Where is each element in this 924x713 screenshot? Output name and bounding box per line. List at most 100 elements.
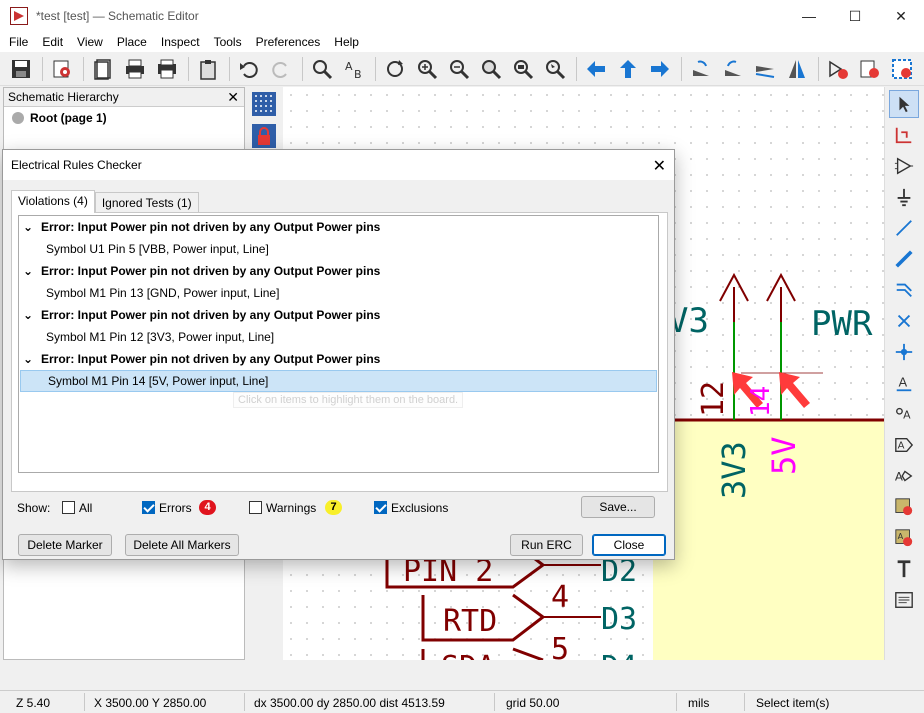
- save-icon[interactable]: [6, 54, 36, 84]
- chevron-down-icon[interactable]: ⌄: [23, 264, 35, 278]
- add-junction-icon[interactable]: [889, 338, 919, 366]
- zoom-fit-icon[interactable]: [476, 54, 506, 84]
- zoom-objects-icon[interactable]: [508, 54, 538, 84]
- show-warnings-checkbox[interactable]: Warnings: [249, 501, 316, 515]
- checkbox-checked-icon[interactable]: [374, 501, 387, 514]
- zoom-in-icon[interactable]: [412, 54, 442, 84]
- symbol-editor-icon[interactable]: [823, 54, 853, 84]
- highlight-net-icon[interactable]: [889, 121, 919, 149]
- erc-dialog-close-icon[interactable]: ✕: [653, 156, 666, 176]
- violation-item[interactable]: Symbol M1 Pin 12 [3V3, Power input, Line…: [19, 326, 658, 348]
- status-grid: grid 50.00: [506, 696, 560, 710]
- menu-place[interactable]: Place: [110, 35, 154, 49]
- annotate-icon[interactable]: [887, 54, 917, 84]
- add-symbol-icon[interactable]: [889, 152, 919, 180]
- erc-marker-icon[interactable]: [779, 372, 810, 408]
- violation-heading[interactable]: ⌄ Error: Input Power pin not driven by an…: [19, 304, 658, 326]
- refresh-icon[interactable]: [380, 54, 410, 84]
- add-netclass-icon[interactable]: A: [889, 400, 919, 428]
- rotate-ccw-icon[interactable]: [686, 54, 716, 84]
- schematic-setup-icon[interactable]: [47, 54, 77, 84]
- menu-tools[interactable]: Tools: [207, 35, 249, 49]
- delete-all-markers-button[interactable]: Delete All Markers: [125, 534, 239, 556]
- checkbox-checked-icon[interactable]: [142, 501, 155, 514]
- violations-list[interactable]: ⌄ Error: Input Power pin not driven by an…: [18, 215, 659, 473]
- add-bus-entry-icon[interactable]: [889, 276, 919, 304]
- symbol-browser-icon[interactable]: [855, 54, 885, 84]
- close-window-button[interactable]: ✕: [878, 0, 924, 32]
- select-tool-icon[interactable]: [889, 90, 919, 118]
- menu-edit[interactable]: Edit: [35, 35, 70, 49]
- no-connect-icon[interactable]: [889, 307, 919, 335]
- chevron-down-icon[interactable]: ⌄: [23, 352, 35, 366]
- right-toolbar: A A A A A: [884, 87, 924, 660]
- minimize-button[interactable]: —: [786, 0, 832, 32]
- svg-text:A: A: [899, 375, 908, 390]
- violation-group: ⌄ Error: Input Power pin not driven by an…: [19, 216, 658, 260]
- run-erc-button[interactable]: Run ERC: [510, 534, 583, 556]
- zoom-selection-icon[interactable]: [540, 54, 570, 84]
- menu-preferences[interactable]: Preferences: [249, 35, 328, 49]
- add-textbox-icon[interactable]: [889, 586, 919, 614]
- show-all-checkbox[interactable]: All: [62, 501, 92, 515]
- find-icon[interactable]: [307, 54, 337, 84]
- close-dialog-button[interactable]: Close: [592, 534, 666, 556]
- checkbox-unchecked-icon[interactable]: [249, 501, 262, 514]
- print-icon[interactable]: [120, 54, 150, 84]
- import-sheet-pin-icon[interactable]: A: [889, 524, 919, 552]
- chevron-down-icon[interactable]: ⌄: [23, 220, 35, 234]
- violation-item-selected[interactable]: Symbol M1 Pin 14 [5V, Power input, Line]: [20, 370, 657, 392]
- window-controls: — ☐ ✕: [786, 0, 924, 32]
- undo-icon[interactable]: [234, 54, 264, 84]
- violation-heading[interactable]: ⌄ Error: Input Power pin not driven by an…: [19, 348, 658, 370]
- status-mode: Select item(s): [756, 696, 830, 710]
- rotate-cw-icon[interactable]: [718, 54, 748, 84]
- kicad-app-icon: [10, 7, 28, 25]
- add-power-icon[interactable]: [889, 183, 919, 211]
- violation-heading[interactable]: ⌄ Error: Input Power pin not driven by an…: [19, 216, 658, 238]
- svg-text:A: A: [898, 441, 905, 452]
- grid-icon[interactable]: [249, 89, 279, 119]
- hierarchy-root-item[interactable]: Root (page 1): [4, 107, 244, 129]
- chevron-down-icon[interactable]: ⌄: [23, 308, 35, 322]
- find-replace-icon[interactable]: AB: [339, 54, 369, 84]
- plot-icon[interactable]: [152, 54, 182, 84]
- delete-marker-button[interactable]: Delete Marker: [18, 534, 112, 556]
- page-settings-icon[interactable]: [88, 54, 118, 84]
- mirror-h-icon[interactable]: [782, 54, 812, 84]
- status-cursor-xy: X 3500.00 Y 2850.00: [94, 696, 207, 710]
- violation-heading[interactable]: ⌄ Error: Input Power pin not driven by an…: [19, 260, 658, 282]
- tab-ignored-tests[interactable]: Ignored Tests (1): [94, 192, 199, 212]
- violation-item[interactable]: Symbol U1 Pin 5 [VBB, Power input, Line]: [19, 238, 658, 260]
- menu-help[interactable]: Help: [327, 35, 366, 49]
- menu-view[interactable]: View: [70, 35, 110, 49]
- add-sheet-icon[interactable]: [889, 493, 919, 521]
- lock-icon[interactable]: [249, 121, 279, 151]
- navigate-back-icon[interactable]: [581, 54, 611, 84]
- hierarchy-close-icon[interactable]: ✕: [227, 89, 239, 106]
- add-wire-icon[interactable]: [889, 214, 919, 242]
- violation-item[interactable]: Symbol M1 Pin 13 [GND, Power input, Line…: [19, 282, 658, 304]
- add-hier-label-icon[interactable]: A: [889, 462, 919, 490]
- zoom-out-icon[interactable]: [444, 54, 474, 84]
- add-bus-icon[interactable]: [889, 245, 919, 273]
- menu-inspect[interactable]: Inspect: [154, 35, 207, 49]
- checkbox-unchecked-icon[interactable]: [62, 501, 75, 514]
- svg-text:A: A: [345, 60, 353, 73]
- add-global-label-icon[interactable]: A: [889, 431, 919, 459]
- add-label-icon[interactable]: A: [889, 369, 919, 397]
- status-divider: [84, 693, 85, 711]
- save-report-button[interactable]: Save...: [581, 496, 655, 518]
- navigate-forward-icon[interactable]: [645, 54, 675, 84]
- show-exclusions-checkbox[interactable]: Exclusions: [374, 501, 448, 515]
- redo-icon[interactable]: [266, 54, 296, 84]
- add-text-icon[interactable]: [889, 555, 919, 583]
- maximize-button[interactable]: ☐: [832, 0, 878, 32]
- toolbar-separator: [375, 56, 376, 81]
- menu-file[interactable]: File: [0, 35, 35, 49]
- paste-icon[interactable]: [193, 54, 223, 84]
- tab-violations[interactable]: Violations (4): [11, 190, 95, 213]
- show-errors-checkbox[interactable]: Errors: [142, 501, 192, 515]
- mirror-v-icon[interactable]: [750, 54, 780, 84]
- navigate-up-icon[interactable]: [613, 54, 643, 84]
